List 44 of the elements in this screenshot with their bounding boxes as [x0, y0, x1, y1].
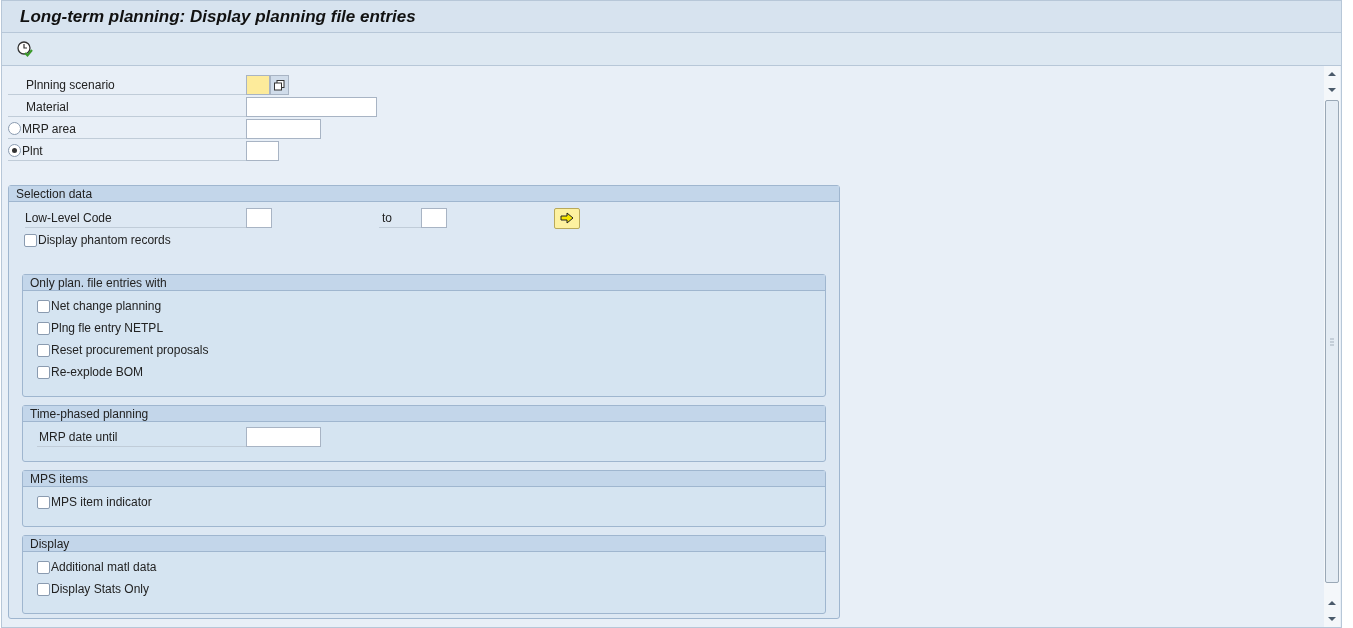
- value-help-button[interactable]: [270, 75, 289, 95]
- checkbox-label: Reset procurement proposals: [51, 342, 209, 359]
- group-title: MPS items: [23, 471, 825, 487]
- checkbox[interactable]: [37, 365, 50, 379]
- field-label: MRP date until: [37, 427, 246, 447]
- input-field[interactable]: [246, 97, 377, 117]
- checkbox[interactable]: [37, 299, 50, 313]
- checkbox-label: Display phantom records: [38, 232, 171, 249]
- input-field[interactable]: [421, 208, 447, 228]
- execute-icon[interactable]: [16, 40, 34, 58]
- input-field[interactable]: [246, 119, 321, 139]
- input-field[interactable]: [246, 427, 321, 447]
- group-title: Time-phased planning: [23, 406, 825, 422]
- checkbox-label: Plng fle entry NETPL: [51, 320, 164, 337]
- panel-title: Selection data: [9, 186, 839, 202]
- field-label: Material: [26, 98, 69, 116]
- field-label: Plnning scenario: [26, 76, 115, 94]
- checkbox-label: Display Stats Only: [51, 581, 150, 598]
- field-label: Low-Level Code: [25, 208, 246, 228]
- radio-button[interactable]: [8, 144, 21, 157]
- checkbox[interactable]: [37, 582, 50, 596]
- radio-button[interactable]: [8, 122, 21, 135]
- checkbox[interactable]: [24, 233, 37, 247]
- checkbox-label: MPS item indicator: [51, 494, 152, 511]
- multiple-selection-button[interactable]: [554, 207, 580, 229]
- checkbox-label: Re-explode BOM: [51, 364, 144, 381]
- field-label: Plnt: [22, 142, 43, 160]
- scrollbar[interactable]: [1324, 66, 1340, 627]
- copy-icon: [274, 79, 285, 91]
- input-field[interactable]: [246, 141, 279, 161]
- group-title: Only plan. file entries with: [23, 275, 825, 291]
- checkbox-label: Additional matl data: [51, 559, 157, 576]
- scroll-thumb[interactable]: [1325, 100, 1339, 583]
- group-title: Display: [23, 536, 825, 552]
- input-field[interactable]: [246, 75, 270, 95]
- checkbox[interactable]: [37, 321, 50, 335]
- window-title: Long-term planning: Display planning file entries: [20, 5, 416, 28]
- checkbox[interactable]: [37, 343, 50, 357]
- checkbox[interactable]: [37, 495, 50, 509]
- input-field[interactable]: [246, 208, 272, 228]
- arrow-right-icon: [560, 212, 574, 224]
- checkbox-label: Net change planning: [51, 298, 162, 315]
- field-label: MRP area: [22, 120, 76, 138]
- checkbox[interactable]: [37, 560, 50, 574]
